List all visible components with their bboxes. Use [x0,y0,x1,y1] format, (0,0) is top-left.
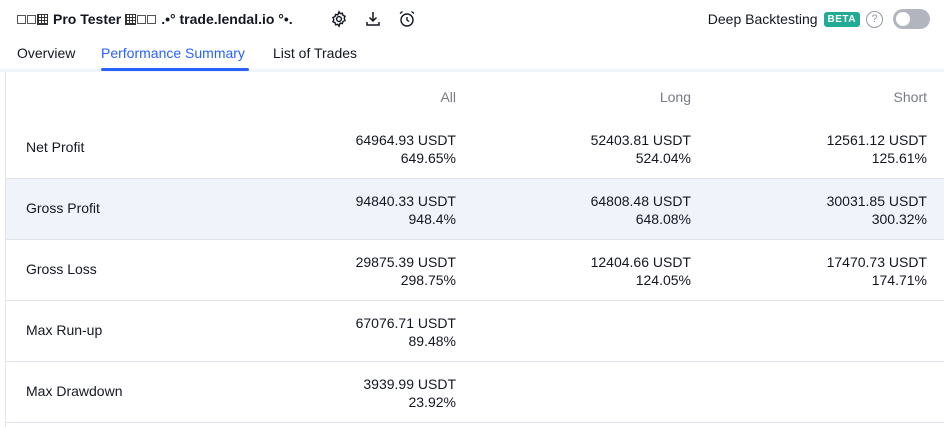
site-text: .•° trade.lendal.io °•. [161,11,293,27]
cell-percent: 125.61% [871,150,927,166]
cell-value: 17470.73 USDT [826,254,927,270]
column-header-all: All [440,89,456,105]
deep-backtesting-label: Deep Backtesting [707,11,818,27]
title-text: Pro Tester [53,11,122,27]
table-row: Gross Loss 29875.39 USDT 298.75% 12404.66… [6,240,944,301]
symbol-glyph [125,13,137,25]
column-header-long: Long [659,89,691,105]
strategy-title: Pro Tester .•° trade.lendal.io °•. [17,10,297,28]
cell-percent: 300.32% [871,211,927,227]
tab-performance-summary[interactable]: Performance Summary [101,45,245,61]
deep-backtesting-control: Deep Backtesting BETA ? [708,8,930,30]
cell-percent: 174.71% [871,272,927,288]
toggle-knob [896,12,910,26]
cell-percent: 124.05% [635,272,691,288]
cell-value: 52403.81 USDT [590,132,691,148]
cell-percent: 298.75% [400,272,456,288]
download-icon[interactable] [363,9,383,29]
help-icon[interactable]: ? [866,10,883,28]
cell-value: 64964.93 USDT [355,132,456,148]
cell-all: 94840.33 USDT 948.4% [356,192,456,228]
deep-backtesting-toggle[interactable] [893,9,930,29]
cell-percent: 524.04% [635,150,691,166]
beta-badge: BETA [823,11,860,27]
table-row: Net Profit 64964.93 USDT 649.65% 52403.81… [6,118,944,179]
tab-overview[interactable]: Overview [17,45,75,61]
symbol-glyph [147,14,157,24]
cell-value: 30031.85 USDT [826,193,927,209]
cell-value: 94840.33 USDT [355,193,456,209]
cell-percent: 948.4% [408,211,456,227]
cell-long: 12404.66 USDT 124.05% [591,253,691,289]
gear-icon[interactable] [329,9,349,29]
symbol-glyph [137,14,147,24]
cell-percent: 23.92% [408,394,456,410]
cell-long: 52403.81 USDT 524.04% [591,131,691,167]
cell-value: 12561.12 USDT [826,132,927,148]
row-label: Max Run-up [26,322,103,338]
cell-value: 29875.39 USDT [355,254,456,270]
symbol-glyph [27,14,36,24]
table-row: Max Run-up 67076.71 USDT 89.48% [6,301,944,362]
symbol-glyph [17,14,26,24]
cell-all: 67076.71 USDT 89.48% [356,314,456,350]
row-label: Gross Profit [26,200,100,216]
performance-table: All Long Short Net Profit 64964.93 USDT 6… [5,72,944,427]
cell-short: 12561.12 USDT 125.61% [827,131,927,167]
tab-bar: Overview Performance Summary List of Tra… [0,38,944,72]
cell-percent: 649.65% [400,150,456,166]
row-label: Net Profit [26,139,85,155]
cell-percent: 89.48% [408,333,456,349]
cell-value: 12404.66 USDT [590,254,691,270]
alarm-clock-icon[interactable] [397,9,417,29]
row-label: Gross Loss [26,261,97,277]
cell-all: 3939.99 USDT 23.92% [363,375,456,411]
cell-percent: 648.08% [635,211,691,227]
table-row: Max Drawdown 3939.99 USDT 23.92% [6,362,944,423]
cell-short: 30031.85 USDT 300.32% [827,192,927,228]
column-header-short: Short [893,89,927,105]
active-tab-indicator [101,68,249,71]
tab-list-of-trades[interactable]: List of Trades [273,45,357,61]
symbol-glyph [37,13,48,25]
cell-value: 67076.71 USDT [355,315,456,331]
row-label: Max Drawdown [26,383,123,399]
cell-value: 3939.99 USDT [363,376,456,392]
cell-short: 17470.73 USDT 174.71% [827,253,927,289]
tester-header: Pro Tester .•° trade.lendal.io °•. Deep … [0,0,944,38]
cell-all: 64964.93 USDT 649.65% [356,131,456,167]
table-row: Gross Profit 94840.33 USDT 948.4% 64808.4… [6,179,944,240]
table-header: All Long Short [6,72,944,118]
cell-long: 64808.48 USDT 648.08% [591,192,691,228]
cell-value: 64808.48 USDT [590,193,691,209]
cell-all: 29875.39 USDT 298.75% [356,253,456,289]
